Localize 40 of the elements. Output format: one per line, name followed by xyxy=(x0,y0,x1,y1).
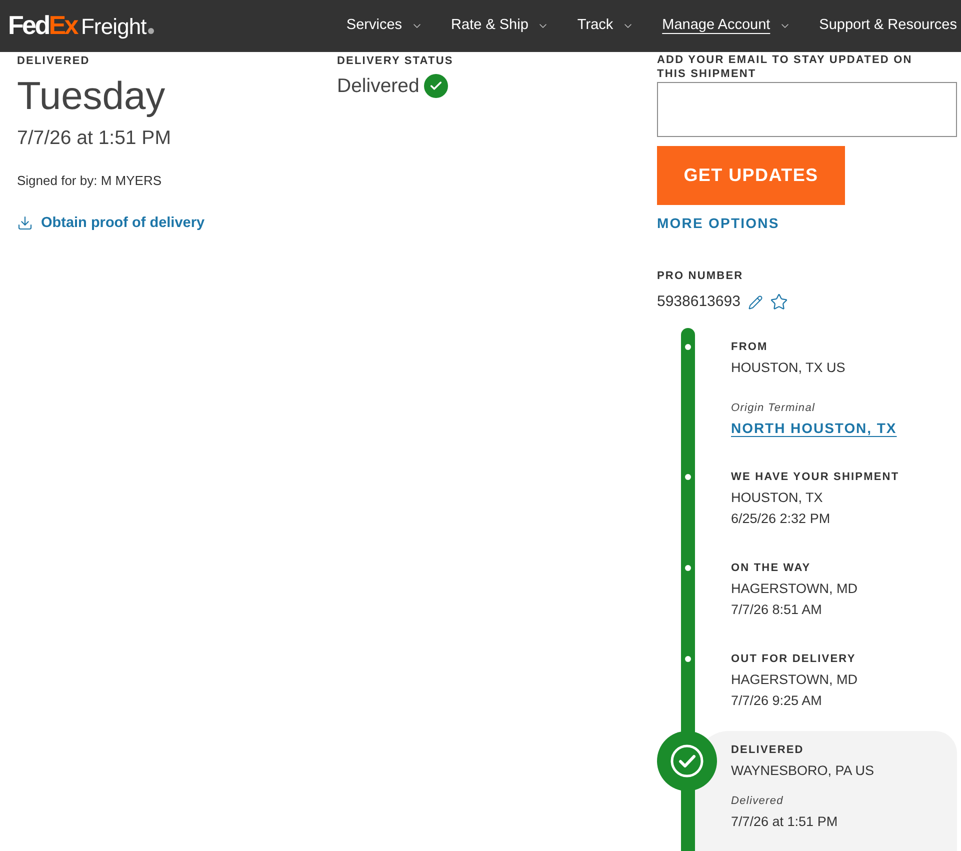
logo-wordmark[interactable]: FedEx xyxy=(8,10,77,40)
event-title: DELIVERED xyxy=(731,743,804,757)
section-label: ADD YOUR EMAIL TO STAY UPDATED ON THIS SHIPMENT xyxy=(657,53,914,81)
dot-icon xyxy=(148,28,154,34)
terminal-link[interactable]: NORTH HOUSTON, TX xyxy=(731,418,897,438)
event-location: HOUSTON, TX xyxy=(731,489,823,507)
event-time: 7/7/26 at 1:51 PM xyxy=(731,813,838,831)
event-time: 7/7/26 9:25 AM xyxy=(731,692,822,710)
event-location: HAGERSTOWN, MD xyxy=(731,580,858,598)
nav-menu-item[interactable]: Support & Resources xyxy=(819,15,957,37)
event-location: HAGERSTOWN, MD xyxy=(731,671,858,689)
logo-product-name[interactable]: Freight xyxy=(80,12,146,42)
terminal-caption: Origin Terminal xyxy=(731,401,816,416)
event-location: HOUSTON, TX US xyxy=(731,359,846,377)
delivery-datetime: 7/7/26 at 1:51 PM xyxy=(17,126,171,151)
nav-menu-item[interactable]: Track xyxy=(577,15,634,37)
event-title: WE HAVE YOUR SHIPMENT xyxy=(731,470,900,484)
edit-icon[interactable] xyxy=(748,294,764,310)
nav-menu-item[interactable]: Manage Account xyxy=(662,15,792,37)
event-title: OUT FOR DELIVERY xyxy=(731,652,856,666)
event-title: FROM xyxy=(731,340,768,354)
section-label: DELIVERED xyxy=(17,54,90,68)
section-label: PRO NUMBER xyxy=(657,269,744,283)
star-icon[interactable] xyxy=(770,293,788,311)
proof-of-delivery-link[interactable]: Obtain proof of delivery xyxy=(17,213,205,233)
nav-menu-item[interactable]: Rate & Ship xyxy=(451,15,550,37)
more-options-link[interactable]: MORE OPTIONS xyxy=(657,215,780,231)
section-label: DELIVERY STATUS xyxy=(337,54,454,68)
event-time: 7/7/26 8:51 AM xyxy=(731,601,822,619)
signed-for-text: Signed for by: M MYERS xyxy=(17,172,162,190)
delivery-day: Tuesday xyxy=(17,74,166,120)
event-location: WAYNESBORO, PA US xyxy=(731,762,874,780)
event-title: ON THE WAY xyxy=(731,561,811,575)
event-caption: Delivered xyxy=(731,794,784,809)
event-time: 6/25/26 2:32 PM xyxy=(731,510,830,528)
status-text: Delivered xyxy=(337,74,420,98)
nav-menu-item[interactable]: Services xyxy=(346,15,424,37)
pro-number-text: 5938613693 xyxy=(657,292,740,312)
download-icon xyxy=(17,215,33,231)
email-input-field[interactable] xyxy=(657,82,957,137)
